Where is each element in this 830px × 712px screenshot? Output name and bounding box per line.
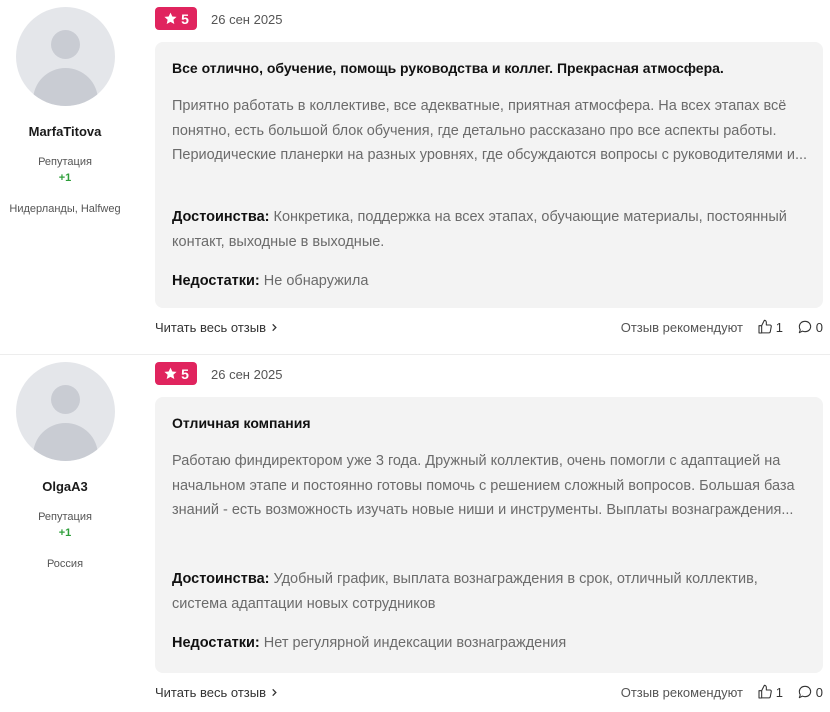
reputation-value: +1 <box>58 172 72 184</box>
likes-count: 1 <box>775 684 783 700</box>
reputation-label: Репутация <box>38 511 92 523</box>
comment-icon <box>798 685 811 699</box>
avatar[interactable] <box>16 7 115 106</box>
avatar-head-shape <box>51 385 80 414</box>
author-name[interactable]: OlgaA3 <box>0 479 130 494</box>
review-title: Все отлично, обучение, помощь руководств… <box>172 60 724 76</box>
read-more-label: Читать весь отзыв <box>155 685 267 700</box>
cons-text: Не обнаружила <box>263 273 369 289</box>
review-title: Отличная компания <box>172 415 311 431</box>
review-date: 26 сен 2025 <box>211 367 283 382</box>
review-item: MarfaTitova Репутация +1 Нидерланды, Hal… <box>0 0 830 354</box>
review-pros: Достоинства: Конкретика, поддержка на вс… <box>172 205 812 254</box>
rating-value: 5 <box>181 10 189 27</box>
thumbs-up-icon <box>758 319 772 334</box>
review-card: Отличная компания Работаю финдиректором … <box>155 397 823 673</box>
comments-button[interactable]: 0 <box>797 319 823 335</box>
chevron-right-icon <box>272 688 277 697</box>
chevron-right-icon <box>272 323 277 332</box>
avatar-body-shape <box>33 68 98 106</box>
author-location: Россия <box>46 558 84 570</box>
review-card: Все отлично, обучение, помощь руководств… <box>155 42 823 308</box>
cons-label: Недостатки: <box>172 273 260 289</box>
star-icon <box>164 12 177 24</box>
likes-count: 1 <box>775 319 783 335</box>
comment-icon <box>798 320 811 334</box>
pros-label: Достоинства: <box>172 209 270 225</box>
rating-badge: 5 <box>155 7 197 30</box>
review-text: Приятно работать в коллективе, все адекв… <box>172 98 808 163</box>
reputation-label: Репутация <box>38 156 92 168</box>
comments-count: 0 <box>815 684 823 700</box>
review-text: Работаю финдиректором уже 3 года. Дружны… <box>172 453 795 518</box>
rating-value: 5 <box>181 365 189 382</box>
avatar[interactable] <box>16 362 115 461</box>
review-date: 26 сен 2025 <box>211 12 283 27</box>
review-item: OlgaA3 Репутация +1 Россия 5 26 сен 2025… <box>0 355 830 712</box>
comments-count: 0 <box>815 319 823 335</box>
author-location: Нидерланды, Halfweg <box>9 203 121 215</box>
pros-label: Достоинства: <box>172 571 270 587</box>
author-name[interactable]: MarfaTitova <box>0 124 130 139</box>
recommend-label: Отзыв рекомендуют <box>620 685 743 700</box>
review-cons: Недостатки: Нет регулярной индексации во… <box>172 631 812 656</box>
read-full-review-link[interactable]: Читать весь отзыв <box>155 685 279 700</box>
recommend-label: Отзыв рекомендуют <box>620 320 743 335</box>
like-button[interactable]: 1 <box>757 684 783 700</box>
read-more-label: Читать весь отзыв <box>155 320 267 335</box>
cons-label: Недостатки: <box>172 635 260 651</box>
read-full-review-link[interactable]: Читать весь отзыв <box>155 320 279 335</box>
star-icon <box>164 367 177 379</box>
cons-text: Нет регулярной индексации вознаграждения <box>263 635 567 651</box>
like-button[interactable]: 1 <box>757 319 783 335</box>
rating-badge: 5 <box>155 362 197 385</box>
review-footer: Читать весь отзыв Отзыв рекомендуют 1 0 <box>155 320 823 340</box>
avatar-body-shape <box>33 423 98 461</box>
thumbs-up-icon <box>758 684 772 699</box>
comments-button[interactable]: 0 <box>797 684 823 700</box>
review-pros: Достоинства: Удобный график, выплата воз… <box>172 567 812 616</box>
avatar-head-shape <box>51 30 80 59</box>
review-cons: Недостатки: Не обнаружила <box>172 269 812 294</box>
review-footer: Читать весь отзыв Отзыв рекомендуют 1 0 <box>155 685 823 705</box>
reputation-value: +1 <box>58 527 72 539</box>
